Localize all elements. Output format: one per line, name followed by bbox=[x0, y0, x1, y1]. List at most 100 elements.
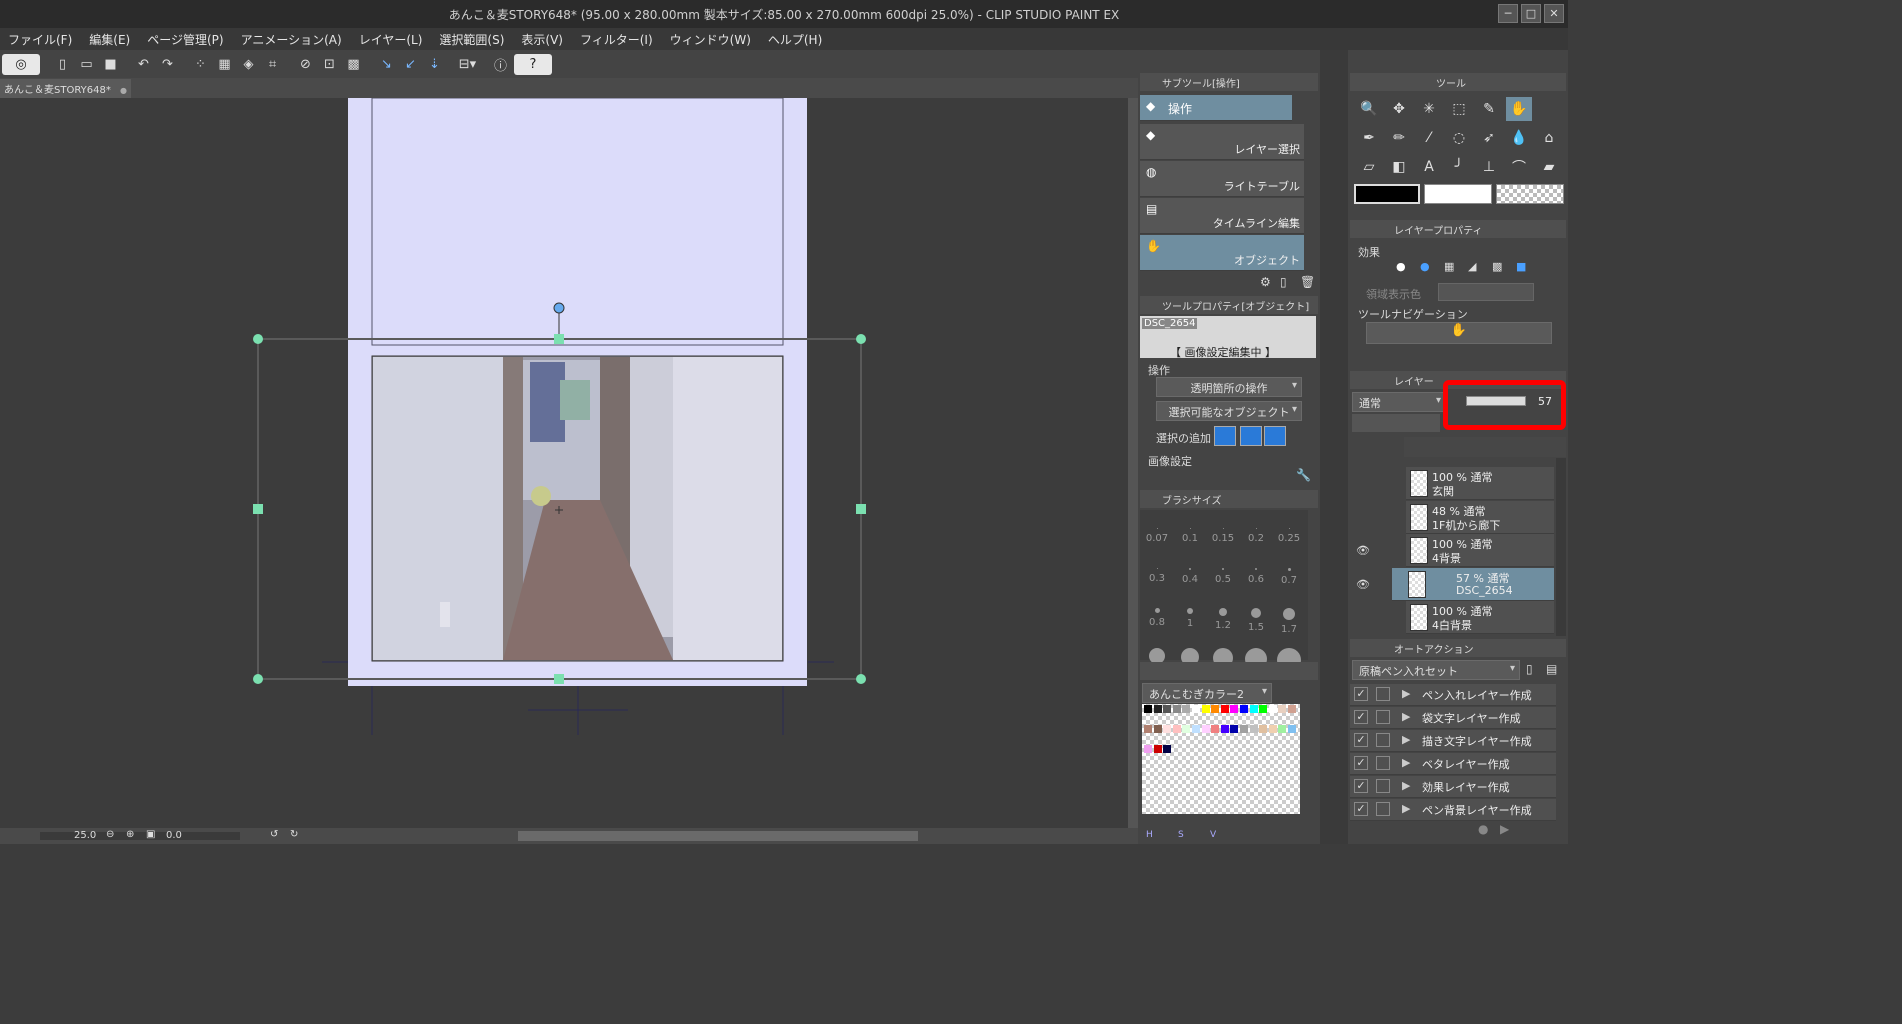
lasso-icon[interactable]: ◌ bbox=[1446, 126, 1472, 150]
help-icon[interactable]: ? bbox=[514, 53, 552, 75]
layer-row[interactable]: 100 % 通常 4背景 bbox=[1406, 534, 1554, 567]
auto-action-item[interactable]: ✓ ▶ 効果レイヤー作成 bbox=[1350, 776, 1556, 798]
color-swatch[interactable] bbox=[1172, 725, 1181, 733]
auto-action-item[interactable]: ✓ ▶ ペン背景レイヤー作成 bbox=[1350, 799, 1556, 821]
brush-size-preset[interactable]: 0.8 bbox=[1142, 600, 1172, 640]
selectable-objects-dropdown[interactable]: 選択可能なオブジェクト bbox=[1156, 401, 1302, 421]
brush-size-preset[interactable]: 0.3 bbox=[1142, 560, 1172, 600]
transform-icon[interactable]: ⌗ bbox=[262, 54, 283, 75]
visibility-eye-icon[interactable]: 👁 bbox=[1356, 578, 1370, 591]
ruler-tool-icon[interactable]: ⊥ bbox=[1476, 155, 1502, 179]
color-swatch[interactable] bbox=[1182, 705, 1191, 713]
eraser-tool-icon[interactable]: ▱ bbox=[1356, 155, 1382, 179]
airbrush-icon[interactable]: ➶ bbox=[1476, 126, 1502, 150]
redo-icon[interactable]: ↷ bbox=[157, 54, 178, 75]
transparent-op-dropdown[interactable]: 透明箇所の操作 bbox=[1156, 377, 1302, 397]
auto-action-stop-icon[interactable]: ● bbox=[1478, 822, 1488, 836]
color-swatch[interactable] bbox=[1268, 705, 1277, 713]
curve-tool-icon[interactable]: ⌒ bbox=[1506, 155, 1532, 179]
brush-size-preset[interactable]: 0.25 bbox=[1274, 520, 1304, 560]
visibility-eye-icon[interactable]: 👁 bbox=[1356, 544, 1370, 557]
auto-action-item[interactable]: ✓ ▶ 描き文字レイヤー作成 bbox=[1350, 730, 1556, 752]
snap-ruler-icon[interactable]: ↘ bbox=[376, 54, 397, 75]
border-effect-icon[interactable]: ● bbox=[1396, 260, 1414, 276]
show-selection-icon[interactable]: ▩ bbox=[343, 54, 364, 75]
color-swatch[interactable] bbox=[1144, 725, 1152, 733]
expand-triangle-icon[interactable]: ▶ bbox=[1402, 733, 1410, 746]
color-swatch[interactable] bbox=[1163, 745, 1172, 753]
color-swatch[interactable] bbox=[1172, 705, 1181, 713]
pen-tool-icon[interactable]: ✒ bbox=[1356, 126, 1382, 150]
auto-action-dialog-toggle[interactable] bbox=[1376, 756, 1390, 770]
layer-row[interactable]: 57 % 通常 DSC_2654 bbox=[1392, 567, 1554, 601]
color-swatch[interactable] bbox=[1249, 705, 1258, 713]
tool-navigation-button[interactable]: ✋ bbox=[1366, 322, 1552, 344]
menu-view[interactable]: 表示(V) bbox=[521, 31, 563, 48]
auto-action-dialog-toggle[interactable] bbox=[1376, 802, 1390, 816]
h-scroll-thumb[interactable] bbox=[518, 831, 918, 841]
color-swatch[interactable] bbox=[1211, 705, 1220, 713]
menu-animation[interactable]: アニメーション(A) bbox=[241, 31, 342, 48]
brush-size-preset[interactable]: 0.2 bbox=[1241, 520, 1271, 560]
clear-icon[interactable]: ⁘ bbox=[190, 54, 211, 75]
color-set-dropdown[interactable]: あんこむぎカラー2 bbox=[1142, 683, 1272, 703]
color-swatch[interactable] bbox=[1288, 725, 1296, 733]
subtool-layer-select[interactable]: ◆ レイヤー選択 bbox=[1140, 124, 1304, 160]
tab-close-icon[interactable]: ● bbox=[120, 86, 127, 95]
rotate-left-icon[interactable]: ↺ bbox=[270, 829, 278, 840]
menu-edit[interactable]: 編集(E) bbox=[89, 31, 130, 48]
brush-size-preset[interactable]: 0.15 bbox=[1208, 520, 1238, 560]
invert-selection-icon[interactable]: ⊡ bbox=[319, 54, 340, 75]
auto-action-dialog-toggle[interactable] bbox=[1376, 710, 1390, 724]
save-icon[interactable]: ■ bbox=[100, 54, 121, 75]
color-s-label[interactable]: S bbox=[1178, 830, 1184, 840]
fit-icon[interactable]: ▣ bbox=[146, 829, 155, 840]
layer-color-effect-icon[interactable]: ● bbox=[1420, 260, 1438, 276]
zoom-tool-icon[interactable]: 🔍 bbox=[1356, 97, 1382, 121]
subtool-timeline-edit[interactable]: ▤ タイムライン編集 bbox=[1140, 198, 1304, 234]
menu-filter[interactable]: フィルター(I) bbox=[580, 31, 653, 48]
close-button[interactable]: ✕ bbox=[1544, 4, 1564, 23]
color-swatch[interactable] bbox=[1192, 705, 1200, 713]
subtool-delete-icon[interactable]: 🗑 bbox=[1300, 275, 1315, 289]
color-swatch[interactable] bbox=[1182, 725, 1191, 733]
expand-triangle-icon[interactable]: ▶ bbox=[1402, 802, 1410, 815]
fill-icon[interactable]: ◈ bbox=[238, 54, 259, 75]
color-swatch[interactable] bbox=[1288, 705, 1296, 713]
color-swatch[interactable] bbox=[1211, 725, 1220, 733]
brush-size-preset[interactable]: 0.1 bbox=[1175, 520, 1205, 560]
tool-property-wrench-icon[interactable]: 🔧 bbox=[1296, 468, 1311, 482]
blend-mode-dropdown[interactable]: 通常 bbox=[1352, 392, 1446, 412]
color-swatch[interactable] bbox=[1153, 745, 1162, 753]
color-v-label[interactable]: V bbox=[1210, 830, 1216, 840]
color-h-label[interactable]: H bbox=[1146, 830, 1153, 840]
color-swatch[interactable] bbox=[1163, 705, 1172, 713]
line-tool-icon[interactable]: ╯ bbox=[1446, 155, 1472, 179]
auto-action-checkbox[interactable]: ✓ bbox=[1354, 756, 1368, 770]
blend-tool-icon[interactable]: 💧 bbox=[1506, 126, 1532, 150]
color-swatch[interactable] bbox=[1153, 705, 1162, 713]
snap-grid-icon[interactable]: ⇣ bbox=[424, 54, 445, 75]
info-icon[interactable]: ⓘ bbox=[490, 54, 511, 75]
menu-file[interactable]: ファイル(F) bbox=[8, 31, 72, 48]
magic-wand-icon[interactable]: ✳ bbox=[1416, 97, 1442, 121]
tone-pattern-icon[interactable]: ▩ bbox=[1492, 260, 1510, 276]
brush-size-preset[interactable]: 1.5 bbox=[1241, 600, 1271, 640]
color-swatch[interactable] bbox=[1240, 705, 1248, 713]
brush-size-preset[interactable]: 1 bbox=[1175, 600, 1205, 640]
brush-size-preset[interactable]: 1.7 bbox=[1274, 600, 1304, 640]
snap-special-ruler-icon[interactable]: ↙ bbox=[400, 54, 421, 75]
move-tool-icon[interactable]: ✥ bbox=[1386, 97, 1412, 121]
eyedropper-icon[interactable]: ✎ bbox=[1476, 97, 1502, 121]
minimize-button[interactable]: ─ bbox=[1498, 4, 1518, 23]
auto-action-play-icon[interactable]: ▶ bbox=[1500, 822, 1509, 836]
clear-outside-icon[interactable]: ▦ bbox=[214, 54, 235, 75]
layer-row[interactable]: 100 % 通常 玄関 bbox=[1406, 467, 1554, 500]
color-swatch[interactable] bbox=[1230, 725, 1239, 733]
auto-action-item[interactable]: ✓ ▶ ペン入れレイヤー作成 bbox=[1350, 684, 1556, 706]
auto-action-menu-icon[interactable]: ▤ bbox=[1546, 662, 1557, 676]
maximize-button[interactable]: □ bbox=[1521, 4, 1541, 23]
layer-row[interactable]: 48 % 通常 1F机から廊下 bbox=[1406, 500, 1554, 534]
selection-mode-sub-button[interactable] bbox=[1264, 426, 1286, 446]
color-swatch[interactable] bbox=[1220, 705, 1229, 713]
